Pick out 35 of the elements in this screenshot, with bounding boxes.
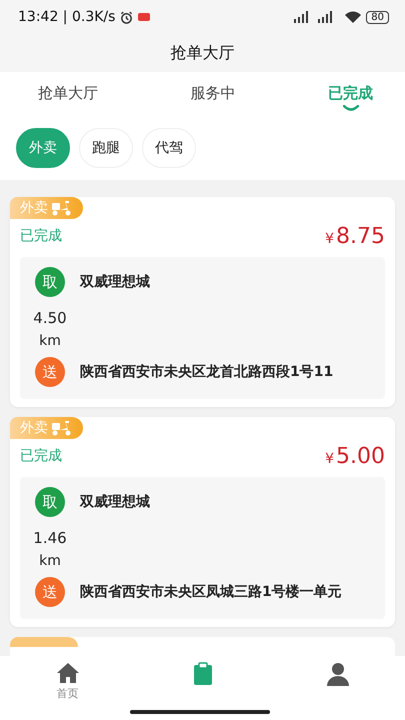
pickup-address: 双威理想城 xyxy=(80,493,151,511)
order-status: 已完成 xyxy=(20,227,62,245)
dropoff-address: 陕西省西安市未央区凤城三路1号楼一单元 xyxy=(80,583,343,601)
filter-chip[interactable]: 跑腿 xyxy=(79,128,133,168)
scooter-icon xyxy=(51,420,73,436)
order-type-badge: 外卖 xyxy=(10,197,83,219)
notification-icon xyxy=(138,12,150,22)
alarm-icon xyxy=(120,10,134,24)
distance-value: 4.50 xyxy=(33,309,67,327)
page-title: 抢单大厅 xyxy=(170,42,234,64)
tab[interactable]: 服务中 xyxy=(190,82,236,116)
scooter-icon xyxy=(51,200,73,216)
pickup-marker: 取 xyxy=(35,487,65,517)
tab[interactable]: 抢单大厅 xyxy=(38,82,98,116)
pickup-marker: 取 xyxy=(35,267,65,297)
person-icon xyxy=(326,662,348,686)
dropoff-marker: 送 xyxy=(35,577,65,607)
dropoff-marker: 送 xyxy=(35,357,65,387)
nav-tab[interactable]: 首页 xyxy=(28,662,108,706)
order-price: ¥5.00 xyxy=(325,444,385,469)
order-price: ¥8.75 xyxy=(325,224,385,249)
tab-indicator xyxy=(342,105,358,111)
dropoff-address: 陕西省西安市未央区龙首北路西段1号11 xyxy=(80,363,334,381)
home-icon xyxy=(56,662,80,684)
order-type-badge: 外卖 xyxy=(10,417,83,439)
pickup-address: 双威理想城 xyxy=(80,273,151,291)
distance-unit: km xyxy=(39,553,61,569)
clipboard-icon xyxy=(192,662,214,686)
wifi-icon xyxy=(345,11,362,23)
distance-unit: km xyxy=(39,333,61,349)
distance-value: 1.46 xyxy=(33,529,67,547)
status-time: 13:42 | 0.3K/s xyxy=(18,9,116,25)
order-status: 已完成 xyxy=(20,447,62,465)
filter-chip[interactable]: 代驾 xyxy=(142,128,196,168)
battery-icon: 80 xyxy=(366,10,389,24)
